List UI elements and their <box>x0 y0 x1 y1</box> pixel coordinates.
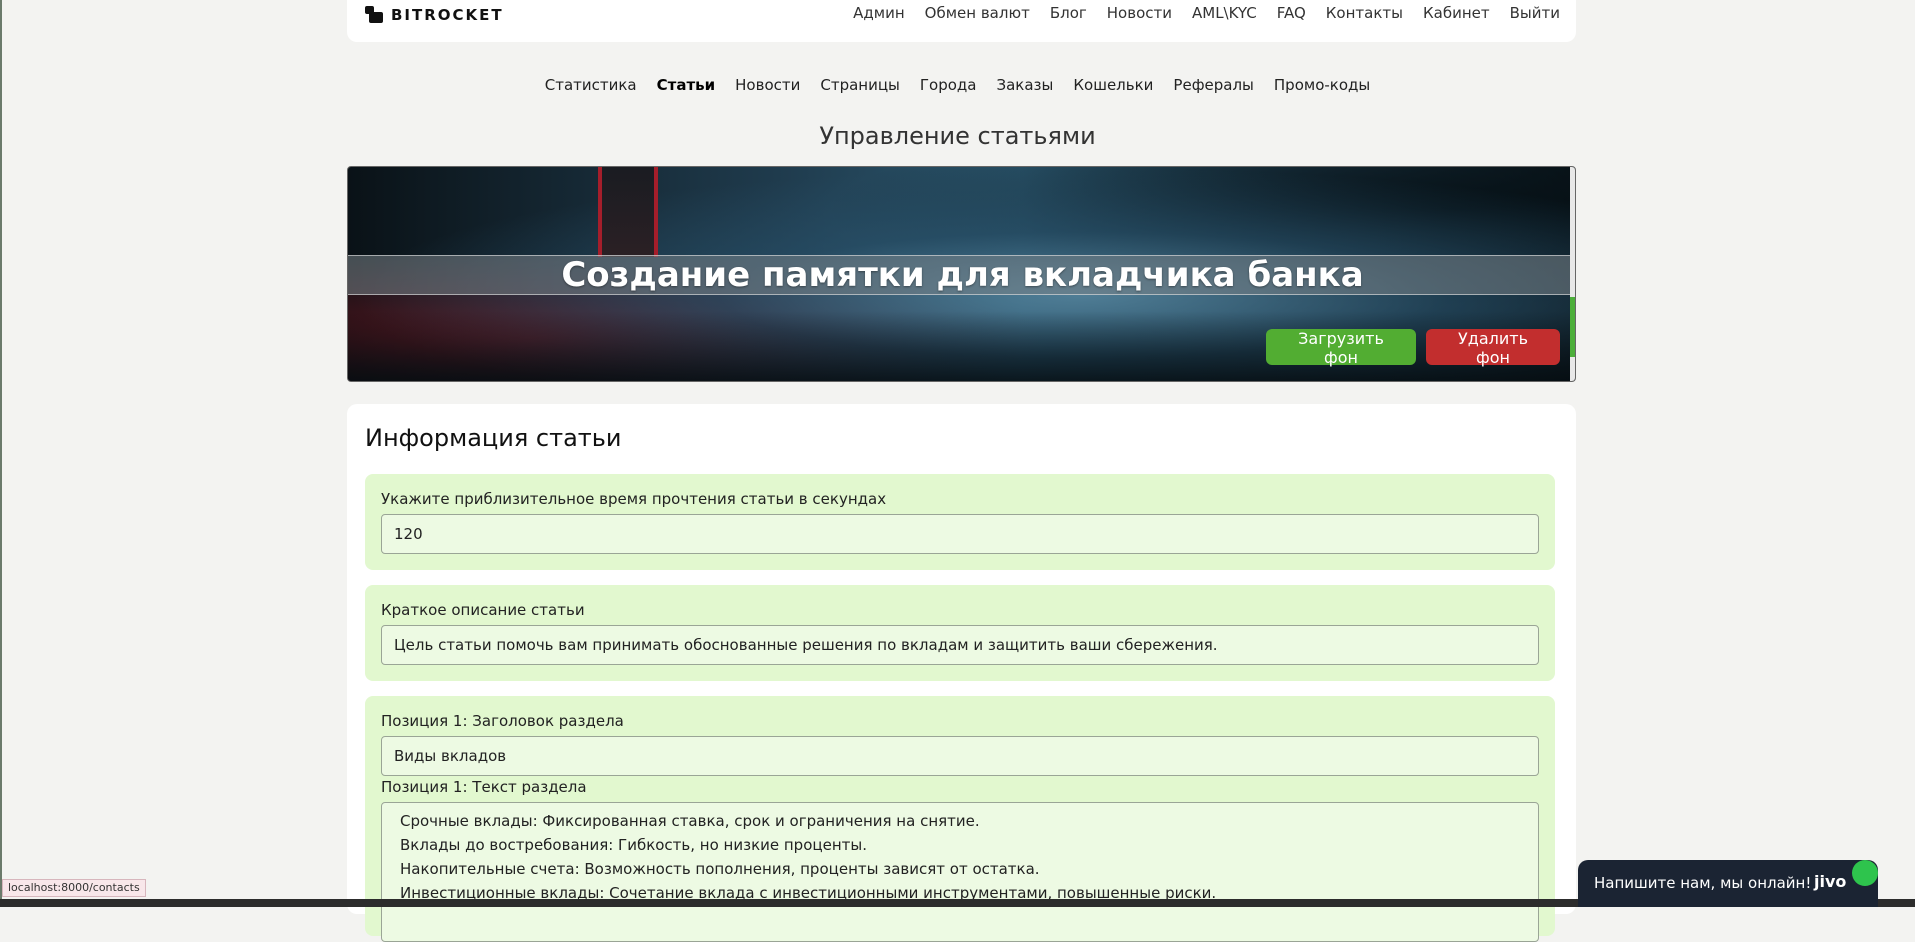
chat-widget-text[interactable]: Напишите нам, мы онлайн! <box>1594 874 1811 892</box>
top-nav: Админ Обмен валют Блог Новости AML\KYC F… <box>853 4 1560 22</box>
article-info-title: Информация статьи <box>365 424 622 452</box>
nav-cabinet[interactable]: Кабинет <box>1423 4 1490 22</box>
short-description-label: Краткое описание статьи <box>381 601 585 619</box>
tab-articles[interactable]: Статьи <box>657 76 716 94</box>
nav-news[interactable]: Новости <box>1107 4 1172 22</box>
tab-promo-codes[interactable]: Промо-коды <box>1274 76 1370 94</box>
logo[interactable]: BITROCKET <box>365 6 504 24</box>
banner-decoration <box>598 167 658 257</box>
textarea-line: Вклады до востребования: Гибкость, но ни… <box>400 836 867 854</box>
tab-orders[interactable]: Заказы <box>997 76 1054 94</box>
tab-wallets[interactable]: Кошельки <box>1073 76 1153 94</box>
page-title: Управление статьями <box>819 122 1096 150</box>
online-status-icon <box>1852 860 1878 886</box>
article-title-input[interactable]: Создание памятки для вкладчика банка <box>348 255 1575 295</box>
textarea-line: Срочные вклады: Фиксированная ставка, ср… <box>400 812 980 830</box>
nav-exchange[interactable]: Обмен валют <box>925 4 1030 22</box>
nav-faq[interactable]: FAQ <box>1277 4 1306 22</box>
nav-blog[interactable]: Блог <box>1050 4 1087 22</box>
tab-statistics[interactable]: Статистика <box>545 76 637 94</box>
admin-sub-nav: Статистика Статьи Новости Страницы Город… <box>0 76 1915 94</box>
article-banner: Создание памятки для вкладчика банка Заг… <box>347 166 1576 382</box>
site-header: BITROCKET Админ Обмен валют Блог Новости… <box>347 0 1576 42</box>
nav-logout[interactable]: Выйти <box>1510 4 1560 22</box>
tab-news[interactable]: Новости <box>735 76 800 94</box>
nav-admin[interactable]: Админ <box>853 4 905 22</box>
logo-text: BITROCKET <box>391 6 504 24</box>
upload-background-button[interactable]: Загрузить фон <box>1266 329 1416 367</box>
delete-background-button[interactable]: Удалить фон <box>1426 329 1560 367</box>
article-info-card: Информация статьи Укажите приблизительно… <box>347 404 1576 942</box>
chat-widget[interactable]: Напишите нам, мы онлайн! jivo <box>1578 860 1878 907</box>
tab-cities[interactable]: Города <box>920 76 977 94</box>
short-description-block: Краткое описание статьи Цель статьи помо… <box>365 585 1555 681</box>
nav-aml-kyc[interactable]: AML\KYC <box>1192 4 1257 22</box>
position-1-title-label: Позиция 1: Заголовок раздела <box>381 712 624 730</box>
nav-contacts[interactable]: Контакты <box>1326 4 1403 22</box>
status-bar-url: localhost:8000/contacts <box>2 879 146 897</box>
read-time-input[interactable]: 120 <box>381 514 1539 554</box>
tab-pages[interactable]: Страницы <box>820 76 900 94</box>
position-1-title-input[interactable]: Виды вкладов <box>381 736 1539 776</box>
position-1-text-label: Позиция 1: Текст раздела <box>381 778 587 796</box>
textarea-line: Накопительные счета: Возможность пополне… <box>400 860 1040 878</box>
banner-scroll-thumb[interactable] <box>1570 297 1575 357</box>
short-description-textarea[interactable]: Цель статьи помочь вам принимать обоснов… <box>381 625 1539 665</box>
logo-icon <box>365 6 385 24</box>
jivo-logo: jivo <box>1814 872 1847 891</box>
read-time-block: Укажите приблизительное время прочтения … <box>365 474 1555 570</box>
position-1-text-textarea[interactable]: Срочные вклады: Фиксированная ставка, ср… <box>381 802 1539 942</box>
read-time-label: Укажите приблизительное время прочтения … <box>381 490 887 508</box>
tab-referrals[interactable]: Рефералы <box>1173 76 1253 94</box>
